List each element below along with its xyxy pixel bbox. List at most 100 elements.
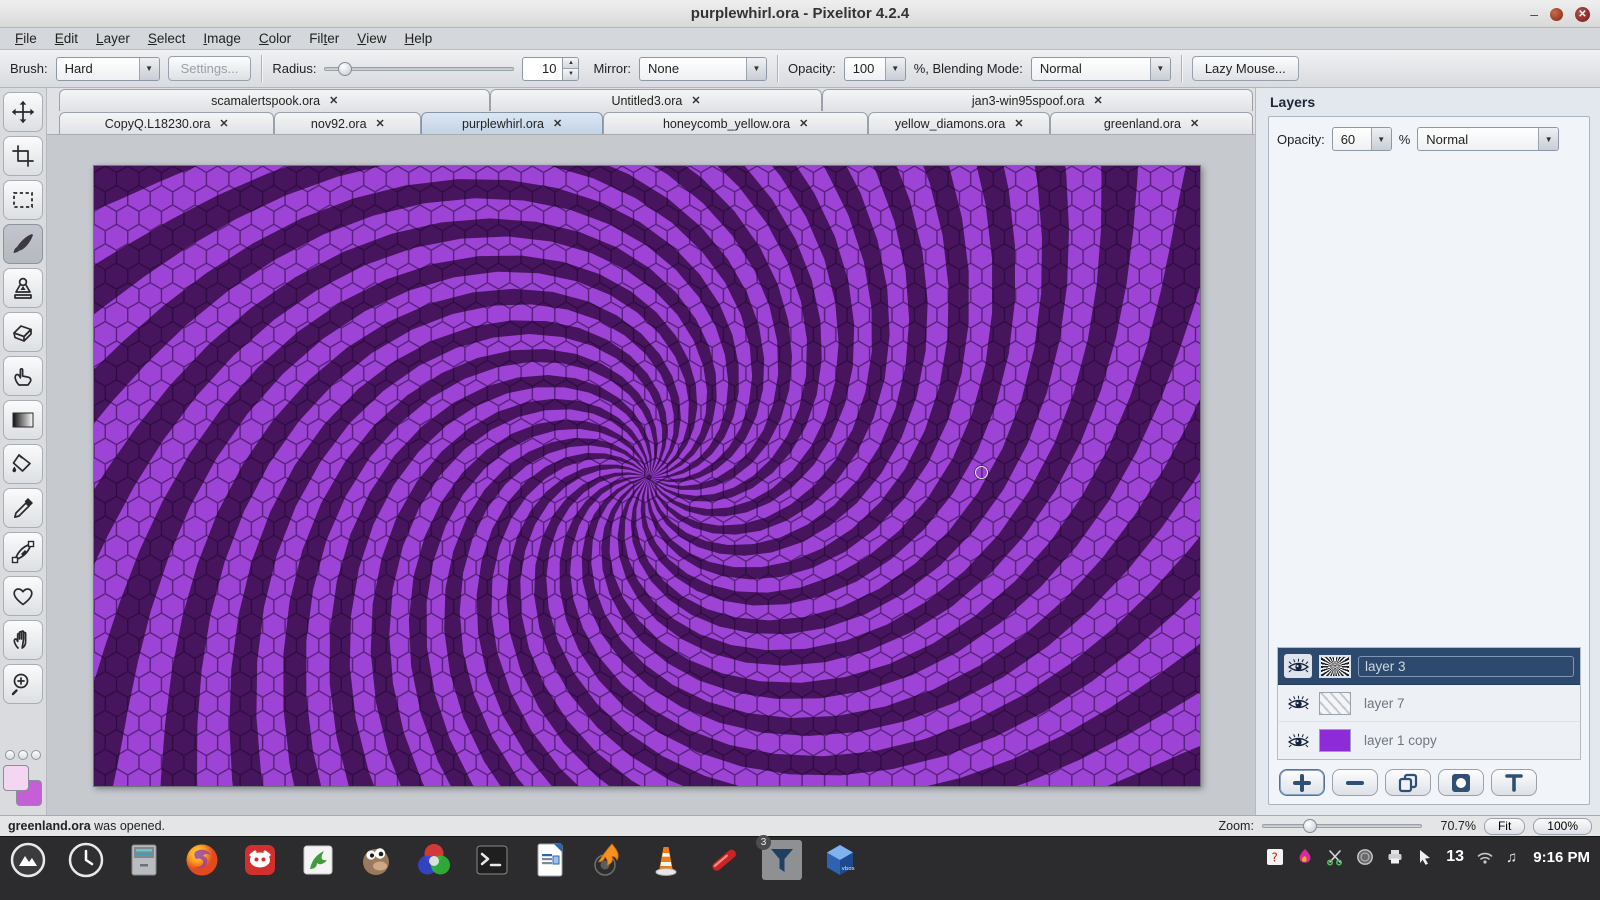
tab-close-icon[interactable]: ✕ xyxy=(553,117,562,130)
default-colors-button[interactable] xyxy=(5,750,15,760)
tab-greenland-ora[interactable]: greenland.ora✕ xyxy=(1050,112,1253,134)
layer-thumbnail[interactable] xyxy=(1319,692,1351,715)
photo-burn-icon[interactable] xyxy=(588,840,628,880)
terminal-icon[interactable] xyxy=(472,840,512,880)
tab-yellow_diamons-ora[interactable]: yellow_diamons.ora✕ xyxy=(868,112,1050,134)
randomize-colors-button[interactable] xyxy=(31,750,41,760)
tab-close-icon[interactable]: ✕ xyxy=(1190,117,1199,130)
layer-visibility-toggle[interactable] xyxy=(1284,691,1312,715)
menu-select[interactable]: Select xyxy=(139,28,195,49)
flame-tray-icon[interactable] xyxy=(1296,848,1314,866)
coin-tray-icon[interactable] xyxy=(1356,848,1374,866)
tool-brush[interactable] xyxy=(3,224,43,264)
tab-close-icon[interactable]: ✕ xyxy=(376,117,385,130)
brush-settings-button[interactable]: Settings... xyxy=(168,56,252,81)
tab-copyq-l18230-ora[interactable]: CopyQ.L18230.ora✕ xyxy=(59,112,274,134)
brush-type-select[interactable]: Hard ▼ xyxy=(56,57,160,81)
tool-shapes[interactable] xyxy=(3,576,43,616)
tool-color-picker[interactable] xyxy=(3,488,43,528)
layer-visibility-toggle[interactable] xyxy=(1284,729,1312,753)
tab-nov92-ora[interactable]: nov92.ora✕ xyxy=(274,112,421,134)
duplicate-layer-button[interactable] xyxy=(1385,769,1431,796)
swap-colors-button[interactable] xyxy=(18,750,28,760)
tool-pen[interactable] xyxy=(3,532,43,572)
help-tray-icon[interactable]: ? xyxy=(1266,848,1284,866)
tool-zoom[interactable] xyxy=(3,664,43,704)
zoom-100-button[interactable]: 100% xyxy=(1533,818,1592,835)
layer-name[interactable]: layer 7 xyxy=(1358,694,1574,713)
taskbar-clock[interactable]: 9:16 PM xyxy=(1533,849,1590,866)
discord-icon[interactable] xyxy=(240,840,280,880)
virtualbox-icon[interactable]: vbox xyxy=(820,840,860,880)
pixelitor-taskbar-icon[interactable]: 3 xyxy=(762,840,802,880)
tool-hand[interactable] xyxy=(3,620,43,660)
delete-layer-button[interactable] xyxy=(1332,769,1378,796)
tab-close-icon[interactable]: ✕ xyxy=(1093,94,1102,107)
tab-close-icon[interactable]: ✕ xyxy=(799,117,808,130)
tab-close-icon[interactable]: ✕ xyxy=(691,94,700,107)
layer-blend-select[interactable]: Normal ▼ xyxy=(1417,127,1559,151)
clock-app-icon[interactable] xyxy=(66,840,106,880)
notification-count[interactable]: 13 xyxy=(1446,848,1464,866)
close-button[interactable]: ✕ xyxy=(1575,7,1590,22)
opacity-select[interactable]: 100 ▼ xyxy=(844,57,906,81)
lazy-mouse-button[interactable]: Lazy Mouse... xyxy=(1192,56,1299,81)
layer-row-layer-7[interactable]: layer 7 xyxy=(1278,685,1580,722)
add-layer-button[interactable] xyxy=(1279,769,1325,796)
cursor-tray-icon[interactable] xyxy=(1416,848,1434,866)
tab-scamalertspook-ora[interactable]: scamalertspook.ora✕ xyxy=(59,89,490,111)
tool-smudge[interactable] xyxy=(3,356,43,396)
add-text-layer-button[interactable] xyxy=(1491,769,1537,796)
menu-edit[interactable]: Edit xyxy=(46,28,87,49)
red-pen-icon[interactable] xyxy=(704,840,744,880)
fit-button[interactable]: Fit xyxy=(1484,818,1525,835)
printer-tray-icon[interactable] xyxy=(1386,848,1404,866)
restore-button[interactable] xyxy=(1550,8,1563,21)
firefox-icon[interactable] xyxy=(182,840,222,880)
package-claw-icon[interactable] xyxy=(298,840,338,880)
menu-filter[interactable]: Filter xyxy=(300,28,348,49)
tool-rectangle-select[interactable] xyxy=(3,180,43,220)
minimize-button[interactable]: – xyxy=(1530,7,1538,21)
tab-purplewhirl-ora[interactable]: purplewhirl.ora✕ xyxy=(421,112,603,134)
menu-layer[interactable]: Layer xyxy=(87,28,139,49)
vlc-icon[interactable] xyxy=(646,840,686,880)
layer-visibility-toggle[interactable] xyxy=(1284,654,1312,678)
mirror-select[interactable]: None ▼ xyxy=(639,57,767,81)
foreground-color-swatch[interactable] xyxy=(3,765,29,791)
radius-spinner[interactable]: 10 ▲▼ xyxy=(522,57,579,81)
tab-untitled3-ora[interactable]: Untitled3.ora✕ xyxy=(490,89,821,111)
layer-name[interactable]: layer 1 copy xyxy=(1358,731,1574,750)
tool-eraser[interactable] xyxy=(3,312,43,352)
radius-slider[interactable] xyxy=(324,57,514,81)
layer-row-layer-1-copy[interactable]: layer 1 copy xyxy=(1278,722,1580,759)
menu-color[interactable]: Color xyxy=(250,28,300,49)
music-tray-icon[interactable]: ♫ xyxy=(1506,849,1517,866)
launcher-icon[interactable] xyxy=(8,840,48,880)
file-manager-icon[interactable] xyxy=(124,840,164,880)
blending-mode-select[interactable]: Normal ▼ xyxy=(1031,57,1171,81)
tool-crop[interactable] xyxy=(3,136,43,176)
tool-move[interactable] xyxy=(3,92,43,132)
color-picker-app-icon[interactable] xyxy=(414,840,454,880)
tool-paint-bucket[interactable] xyxy=(3,444,43,484)
add-layer-mask-button[interactable] xyxy=(1438,769,1484,796)
layer-opacity-select[interactable]: 60 ▼ xyxy=(1332,127,1392,151)
wifi-tray-icon[interactable] xyxy=(1476,848,1494,866)
menu-help[interactable]: Help xyxy=(396,28,442,49)
layer-thumbnail[interactable] xyxy=(1319,655,1351,678)
layer-thumbnail[interactable] xyxy=(1319,729,1351,752)
menu-file[interactable]: File xyxy=(6,28,46,49)
layer-row-layer-3[interactable]: layer 3 xyxy=(1278,648,1580,685)
scissors-tray-icon[interactable] xyxy=(1326,848,1344,866)
writer-doc-icon[interactable] xyxy=(530,840,570,880)
layer-name[interactable]: layer 3 xyxy=(1358,656,1574,677)
tab-jan3-win95spoof-ora[interactable]: jan3-win95spoof.ora✕ xyxy=(822,89,1253,111)
tab-close-icon[interactable]: ✕ xyxy=(329,94,338,107)
image-canvas[interactable] xyxy=(93,165,1201,787)
tool-gradient[interactable] xyxy=(3,400,43,440)
tab-close-icon[interactable]: ✕ xyxy=(219,117,228,130)
menu-view[interactable]: View xyxy=(348,28,395,49)
tool-clone-stamp[interactable] xyxy=(3,268,43,308)
zoom-slider[interactable] xyxy=(1262,814,1422,838)
